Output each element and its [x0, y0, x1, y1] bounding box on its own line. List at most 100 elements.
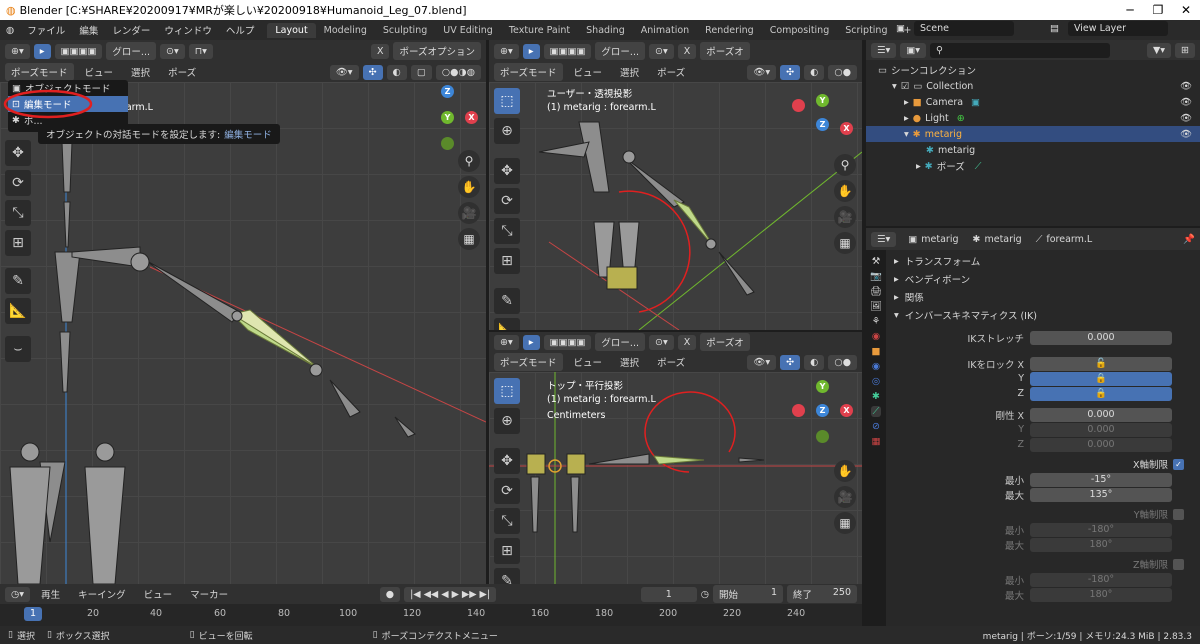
scene-selector[interactable]: Scene: [914, 21, 1014, 36]
view-layer-tab-icon[interactable]: 🖼: [870, 301, 882, 312]
cursor-tool-icon[interactable]: ⊕: [494, 408, 520, 434]
current-frame-field[interactable]: 1: [640, 586, 697, 602]
ortho-grid-icon[interactable]: ▦: [834, 232, 856, 254]
pan-hand-icon[interactable]: ✋: [458, 176, 480, 198]
orientation-dropdown[interactable]: グロー...: [595, 42, 645, 60]
ik-lock-z-toggle[interactable]: 🔒: [1030, 386, 1172, 401]
panel-ik[interactable]: ▾ インバースキネマティクス (IK): [888, 306, 1198, 324]
pivot-dropdown[interactable]: ⊙▾: [648, 43, 674, 59]
tab-compositing[interactable]: Compositing: [762, 23, 838, 38]
tab-shading[interactable]: Shading: [578, 23, 633, 38]
pose-menu[interactable]: ポーズ: [650, 65, 692, 79]
pivot-dropdown[interactable]: ⊙▾: [159, 43, 185, 59]
rotate-tool-icon[interactable]: ⟳: [494, 478, 520, 504]
gizmo-x-icon[interactable]: X: [840, 122, 853, 135]
tool-tab-icon[interactable]: ⚒: [872, 256, 881, 267]
ik-y-limit-checkbox[interactable]: [1173, 508, 1184, 520]
gizmo-z-icon[interactable]: Z: [441, 85, 454, 98]
tr-viewport[interactable]: ⬚ ⊕ ✥ ⟳ ⤡ ⊞ ✎ 📐 ユーザー・透視投影 (1) metarig : …: [489, 82, 862, 330]
gizmo-y-icon[interactable]: Y: [816, 94, 829, 107]
visibility-eye-icon[interactable]: 👁: [1180, 81, 1192, 92]
visibility-dropdown[interactable]: 👁▾: [329, 64, 359, 80]
camera-view-icon[interactable]: 🎥: [834, 486, 856, 508]
scene-tab-icon[interactable]: ⚘: [872, 316, 881, 327]
menu-window[interactable]: ウィンドウ: [157, 23, 219, 37]
pose-tool-icon[interactable]: ⌣: [5, 336, 31, 362]
pivot-dropdown[interactable]: ⊙▾: [648, 334, 674, 350]
shading-buttons[interactable]: ○●: [828, 354, 857, 370]
tab-texture-paint[interactable]: Texture Paint: [501, 23, 578, 38]
pan-hand-icon[interactable]: ✋: [834, 180, 856, 202]
select-menu[interactable]: 選択: [124, 65, 157, 79]
xray-toggle[interactable]: ▢: [410, 64, 432, 80]
annotate-tool-icon[interactable]: ✎: [5, 268, 31, 294]
move-tool-icon[interactable]: ✥: [494, 158, 520, 184]
transform-tool-icon[interactable]: ⊞: [494, 248, 520, 274]
cursor-tool-icon[interactable]: ⊕: [494, 118, 520, 144]
ik-stiffness-y-field[interactable]: 0.000: [1030, 422, 1172, 437]
ik-x-limit-checkbox[interactable]: ✓: [1173, 458, 1184, 470]
timeline-editor-type[interactable]: ◷▾: [5, 586, 31, 602]
select-menu[interactable]: 選択: [613, 355, 646, 369]
tab-modeling[interactable]: Modeling: [316, 23, 375, 38]
ik-z-min-field[interactable]: -180°: [1030, 572, 1172, 587]
render-tab-icon[interactable]: 📷: [870, 271, 882, 282]
pin-icon[interactable]: 📌: [1183, 234, 1195, 245]
shading-buttons[interactable]: ○●◑◍: [435, 64, 481, 80]
annotate-tool-icon[interactable]: ✎: [494, 568, 520, 584]
annotate-tool-icon[interactable]: ✎: [494, 288, 520, 314]
outliner-scene-collection[interactable]: ▭ シーンコレクション: [866, 62, 1200, 78]
pose-options-dropdown[interactable]: ポーズオ: [700, 42, 750, 60]
scale-tool-icon[interactable]: ⤡: [494, 218, 520, 244]
tab-layout[interactable]: Layout: [267, 22, 316, 38]
gizmo-y-icon[interactable]: Y: [816, 380, 829, 393]
orientation-dropdown[interactable]: グロー...: [106, 42, 156, 60]
overlay-toggle[interactable]: ◐: [386, 64, 407, 80]
outliner-search-input[interactable]: ⚲: [930, 42, 1111, 58]
view-menu[interactable]: ビュー: [78, 65, 121, 79]
outliner-row-light[interactable]: ▸ ● Light ⊕ 👁: [866, 110, 1200, 126]
timeline-view-menu[interactable]: ビュー: [137, 587, 180, 601]
ik-stiffness-x-field[interactable]: 0.000: [1030, 407, 1172, 422]
left-viewport[interactable]: ✥ ⟳ ⤡ ⊞ ✎ 📐 ⌣ 影 earm.L Z Y X: [0, 82, 486, 584]
snap-toggle[interactable]: ⊓▾: [188, 43, 213, 59]
overlay-toggle[interactable]: ◐: [804, 64, 825, 80]
panel-relations[interactable]: ▸ 関係: [888, 288, 1198, 306]
mode-dropdown[interactable]: ポーズモード: [494, 353, 563, 371]
menu-edit[interactable]: 編集: [72, 23, 105, 37]
view-menu[interactable]: ビュー: [567, 355, 610, 369]
transform-tool-icon[interactable]: ⊞: [5, 230, 31, 256]
select-tool-button[interactable]: ▸: [522, 43, 540, 59]
ik-y-max-field[interactable]: 180°: [1030, 537, 1172, 552]
outliner-row-collection[interactable]: ▾ ☑ ▭ Collection 👁: [866, 78, 1200, 94]
new-collection-button[interactable]: ⊞: [1175, 42, 1195, 58]
pan-hand-icon[interactable]: ✋: [834, 460, 856, 482]
transform-tool-icon[interactable]: ⊞: [494, 538, 520, 564]
playback-controls[interactable]: |◀ ◀◀ ◀ ▶ ▶▶ ▶|: [404, 586, 497, 602]
select-mode-buttons[interactable]: ▣▣▣▣: [543, 43, 592, 59]
modifier-tab-icon[interactable]: ◉: [872, 361, 880, 372]
orientation-dropdown[interactable]: グロー...: [595, 333, 645, 351]
world-tab-icon[interactable]: ◉: [872, 331, 880, 342]
visibility-dropdown[interactable]: 👁▾: [747, 354, 777, 370]
keying-menu[interactable]: キーイング: [71, 587, 133, 601]
gizmo-toggle[interactable]: ✣: [362, 64, 383, 80]
measure-tool-icon[interactable]: 📐: [494, 318, 520, 330]
view-menu[interactable]: ビュー: [567, 65, 610, 79]
camera-view-icon[interactable]: 🎥: [458, 202, 480, 224]
mirror-x-button[interactable]: X: [370, 43, 390, 59]
zoom-icon[interactable]: ⚲: [458, 150, 480, 172]
outliner-editor-type[interactable]: ☰▾: [871, 42, 897, 58]
gizmo-toggle[interactable]: ✣: [780, 354, 801, 370]
gizmo-neg-y-icon[interactable]: [441, 137, 454, 150]
pose-menu[interactable]: ポーズ: [161, 65, 203, 79]
ik-lock-x-toggle[interactable]: 🔓: [1030, 356, 1172, 371]
display-mode-dropdown[interactable]: ▣▾: [900, 42, 927, 58]
rotate-tool-icon[interactable]: ⟳: [494, 188, 520, 214]
mirror-x-button[interactable]: X: [677, 43, 697, 59]
menu-render[interactable]: レンダー: [105, 23, 157, 37]
gizmo-y-icon[interactable]: Y: [441, 111, 454, 124]
ik-stiffness-z-field[interactable]: 0.000: [1030, 437, 1172, 452]
rotate-tool-icon[interactable]: ⟳: [5, 170, 31, 196]
ik-y-min-field[interactable]: -180°: [1030, 522, 1172, 537]
